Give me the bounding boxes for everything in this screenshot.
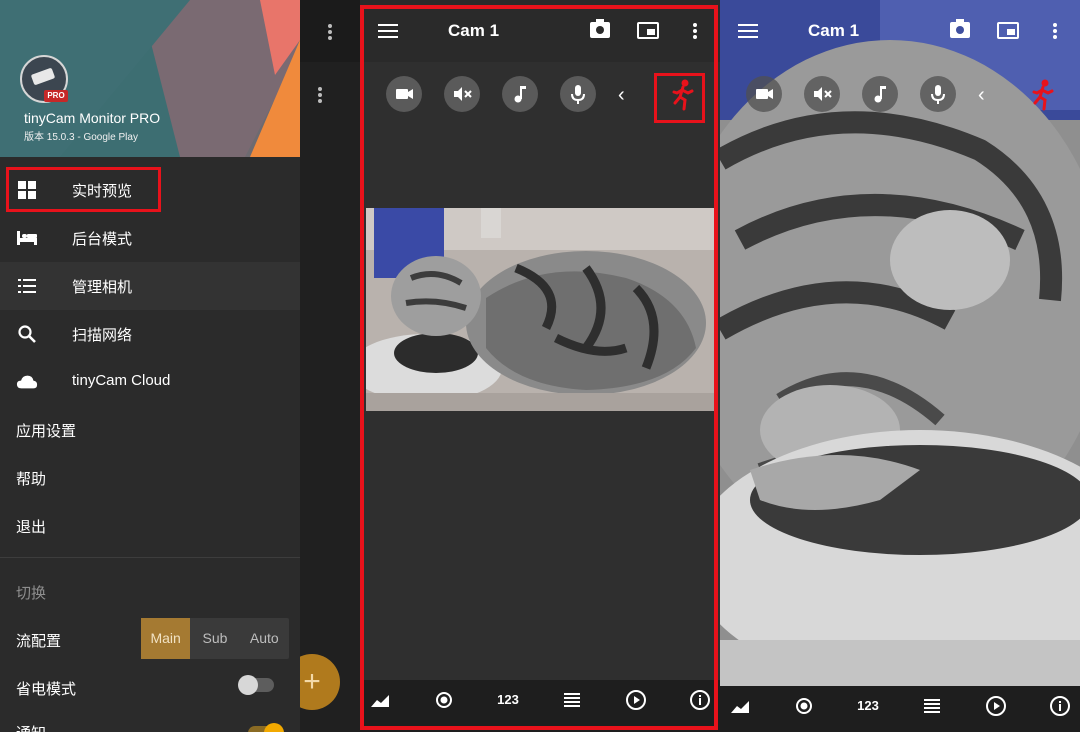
stream-option-auto[interactable]: Auto (240, 618, 289, 659)
info-icon[interactable] (1048, 694, 1072, 718)
nav-item-scan-network[interactable]: 扫描网络 (0, 310, 300, 358)
pro-badge: PRO (44, 90, 68, 102)
background-app-list (300, 0, 360, 732)
nav-item-exit[interactable]: 退出 (0, 502, 300, 550)
app-logo: PRO (20, 55, 68, 103)
picture-in-picture-icon[interactable] (997, 22, 1019, 39)
app-name: tinyCam Monitor PRO (24, 110, 161, 126)
nav-item-label: 帮助 (16, 471, 47, 488)
nav-item-label: 应用设置 (16, 423, 77, 440)
highlight-frame (360, 5, 718, 730)
snapshot-icon[interactable] (950, 19, 970, 38)
play-icon[interactable] (984, 694, 1008, 718)
notification-label: 通知 (16, 722, 46, 732)
video-icon[interactable] (746, 76, 782, 112)
nav-item-tinycam-cloud[interactable]: tinyCam Cloud (0, 358, 300, 406)
nav-item-label: 扫描网络 (72, 327, 133, 344)
target-icon[interactable] (792, 694, 816, 718)
nav-item-help[interactable]: 帮助 (0, 454, 300, 502)
drawer-header: PRO tinyCam Monitor PRO 版本 15.0.3 - Goog… (0, 0, 300, 157)
power-saving-label: 省电模式 (16, 681, 77, 698)
drawer-screen: + PRO tinyCam Monitor PRO 版本 15.0.3 - Go… (0, 0, 360, 732)
overflow-menu-icon[interactable] (328, 24, 332, 40)
search-icon (18, 325, 36, 343)
motion-runner-icon[interactable] (1030, 78, 1056, 112)
menu-icon[interactable] (738, 24, 758, 38)
list-icon (18, 279, 36, 293)
cloud-icon (16, 375, 38, 389)
highlight-box (6, 167, 161, 212)
mic-icon[interactable] (920, 76, 956, 112)
stream-option-sub[interactable]: Sub (190, 618, 239, 659)
numeric-keypad-button[interactable]: 123 (856, 694, 880, 718)
section-title: 切换 (16, 585, 47, 602)
nav-item-label: 管理相机 (72, 279, 133, 296)
music-icon[interactable] (862, 76, 898, 112)
nav-item-background-mode[interactable]: 后台模式 (0, 214, 300, 262)
overflow-menu-icon[interactable] (1053, 23, 1057, 39)
row-overflow-icon[interactable] (318, 87, 322, 103)
bottom-toolbar: 123 (720, 686, 1080, 732)
divider (0, 557, 300, 558)
camera-view-screen: Cam 1 ‹ 123 (360, 0, 720, 732)
stream-profile-label: 流配置 (16, 633, 62, 650)
nav-item-label: tinyCam Cloud (72, 372, 171, 389)
bed-icon (17, 231, 37, 245)
nav-item-label: 退出 (16, 519, 47, 536)
nav-item-manage-cameras[interactable]: 管理相机 (0, 262, 300, 310)
fullscreen-camera-view: Cam 1 ‹ 123 (720, 0, 1080, 732)
power-saving-toggle[interactable] (238, 675, 274, 695)
chevron-left-icon[interactable]: ‹ (978, 84, 985, 107)
nav-item-app-settings[interactable]: 应用设置 (0, 406, 300, 454)
app-version: 版本 15.0.3 - Google Play (24, 132, 138, 143)
list-icon[interactable] (920, 694, 944, 718)
nav-item-label: 后台模式 (72, 231, 133, 248)
stream-profile-selector: Main Sub Auto (141, 618, 289, 659)
notification-toggle[interactable] (248, 723, 284, 732)
navigation-drawer: PRO tinyCam Monitor PRO 版本 15.0.3 - Goog… (0, 0, 300, 732)
graph-icon[interactable] (728, 694, 752, 718)
mute-icon[interactable] (804, 76, 840, 112)
stream-option-main[interactable]: Main (141, 618, 191, 659)
camera-title: Cam 1 (808, 21, 860, 40)
